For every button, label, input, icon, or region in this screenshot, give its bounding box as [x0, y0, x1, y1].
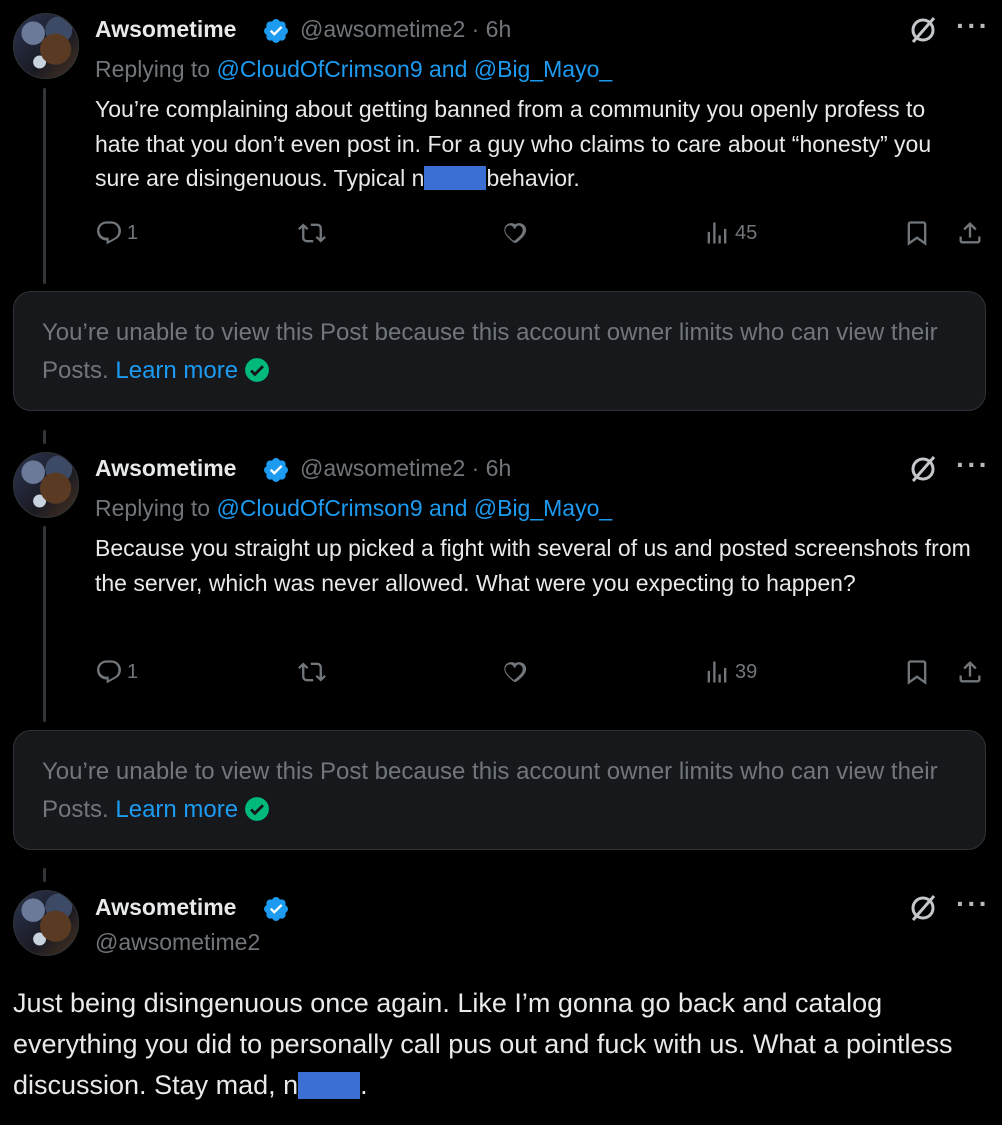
reply-button[interactable]: 1: [95, 219, 138, 247]
restricted-post-notice: You’re unable to view this Post because …: [13, 291, 986, 411]
check-circle-icon: [245, 797, 270, 821]
like-icon: [504, 662, 527, 683]
grok-icon[interactable]: [908, 15, 938, 45]
grok-icon[interactable]: [908, 454, 938, 484]
thread-line: [43, 88, 46, 284]
replying-to: Replying to @CloudOfCrimson9 and @Big_Ma…: [95, 56, 612, 83]
repost-icon: [298, 223, 326, 243]
author-name[interactable]: Awsometime: [95, 16, 236, 43]
repost-icon: [298, 662, 326, 682]
views-icon: [707, 222, 727, 244]
repost-button[interactable]: [298, 658, 326, 686]
grok-icon[interactable]: [908, 893, 938, 923]
reply-icon: [97, 660, 121, 684]
share-button[interactable]: [956, 658, 984, 686]
restricted-post-notice: You’re unable to view this Post because …: [13, 730, 986, 850]
more-icon[interactable]: ···: [956, 449, 990, 481]
replying-prefix: Replying to: [95, 56, 217, 82]
learn-more-link[interactable]: Learn more: [115, 357, 238, 384]
bookmark-button[interactable]: [903, 219, 931, 247]
views-count: 45: [735, 221, 758, 244]
like-button[interactable]: [500, 219, 528, 247]
author-handle-time[interactable]: @awsometime2 · 6h: [300, 455, 511, 482]
replying-to: Replying to @CloudOfCrimson9 and @Big_Ma…: [95, 495, 612, 522]
views-button[interactable]: 45: [703, 219, 757, 247]
share-icon: [959, 661, 981, 683]
bookmark-button[interactable]: [903, 658, 931, 686]
post-text-part: Just being disingenuous once again. Like…: [13, 988, 953, 1100]
thread-line: [43, 526, 46, 722]
replying-to-links[interactable]: @CloudOfCrimson9 and @Big_Mayo_: [216, 495, 612, 521]
views-button[interactable]: 39: [703, 658, 757, 686]
post-text: You’re complaining about getting banned …: [95, 92, 975, 196]
verified-badge-icon: [264, 458, 288, 482]
repost-button[interactable]: [298, 219, 326, 247]
avatar[interactable]: [13, 13, 79, 79]
share-icon: [959, 222, 981, 244]
redaction-box: [424, 166, 487, 190]
more-icon[interactable]: ···: [956, 10, 990, 42]
post-text: Because you straight up picked a fight w…: [95, 535, 971, 596]
like-icon: [504, 223, 527, 244]
check-circle-icon: [245, 358, 270, 382]
reply-count: 1: [127, 660, 139, 683]
bookmark-icon: [907, 221, 927, 246]
verified-badge-icon: [264, 897, 288, 921]
author-name[interactable]: Awsometime: [95, 894, 236, 921]
views-count: 39: [735, 660, 758, 683]
replying-to-links[interactable]: @CloudOfCrimson9 and @Big_Mayo_: [216, 56, 612, 82]
views-icon: [707, 661, 727, 683]
author-name[interactable]: Awsometime: [95, 455, 236, 482]
thread-line: [43, 430, 46, 444]
main-post-text: Just being disingenuous once again. Like…: [13, 983, 983, 1106]
share-button[interactable]: [956, 219, 984, 247]
post-text-part: .: [360, 1070, 368, 1100]
bookmark-icon: [907, 660, 927, 685]
author-handle[interactable]: @awsometime2: [95, 929, 260, 956]
reply-count: 1: [127, 221, 139, 244]
redaction-box: [298, 1072, 361, 1099]
avatar[interactable]: [13, 452, 79, 518]
verified-badge-icon: [264, 19, 288, 43]
avatar[interactable]: [13, 890, 79, 956]
like-button[interactable]: [500, 658, 528, 686]
reply-icon: [97, 221, 121, 245]
author-handle-time[interactable]: @awsometime2 · 6h: [300, 16, 511, 43]
thread-line: [43, 868, 46, 882]
reply-button[interactable]: 1: [95, 658, 138, 686]
post-text-part: behavior.: [486, 165, 580, 191]
more-icon[interactable]: ···: [956, 888, 990, 920]
learn-more-link[interactable]: Learn more: [115, 796, 238, 823]
replying-prefix: Replying to: [95, 495, 217, 521]
